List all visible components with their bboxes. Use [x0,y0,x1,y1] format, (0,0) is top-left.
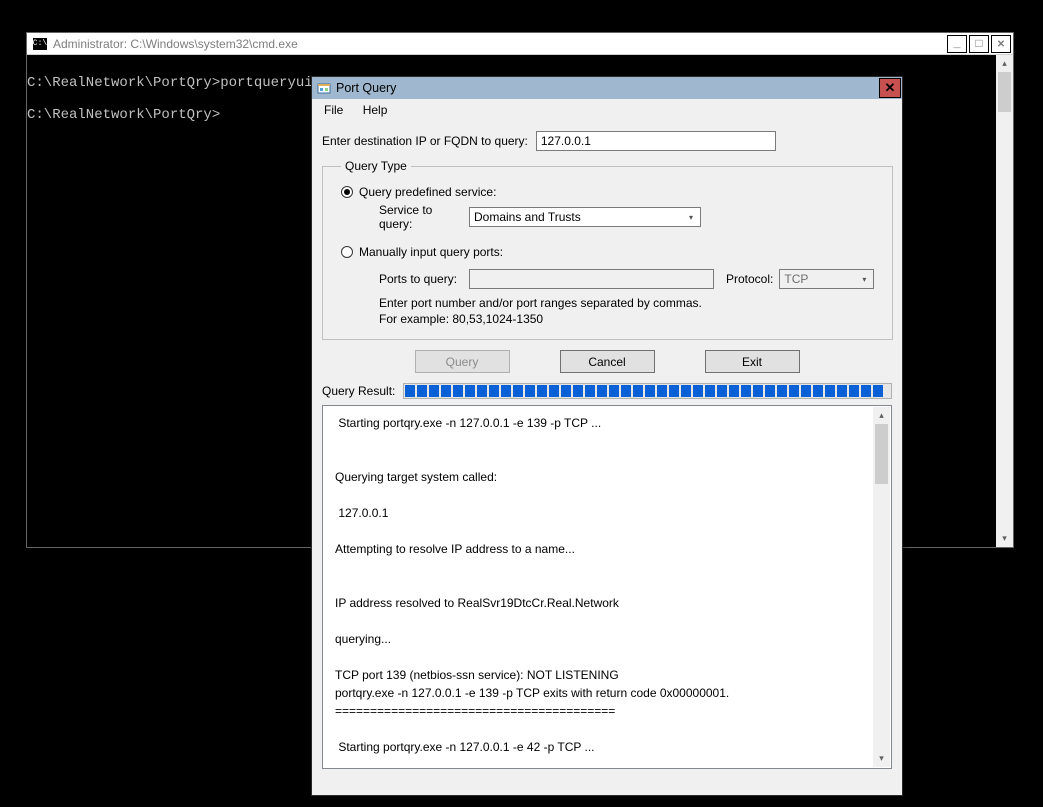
cmd-line: C:\RealNetwork\PortQry> [27,107,220,123]
result-textbox[interactable]: Starting portqry.exe -n 127.0.0.1 -e 139… [322,405,892,769]
radio-manual-ports[interactable] [341,246,353,258]
protocol-label: Protocol: [726,272,773,286]
app-icon-cmd: C:\ [33,38,47,50]
menubar: File Help [312,99,902,119]
port-query-titlebar[interactable]: Port Query ✕ [312,77,902,99]
cancel-button[interactable]: Cancel [560,350,655,373]
cmd-scrollbar[interactable]: ▴ ▾ [996,55,1013,547]
scroll-track[interactable] [996,72,1013,530]
scroll-thumb[interactable] [875,424,888,484]
close-button[interactable]: ✕ [991,35,1011,53]
app-icon-portquery [316,80,332,96]
result-scrollbar[interactable]: ▴ ▾ [873,407,890,767]
menu-help[interactable]: Help [355,101,396,119]
progress-bar [403,383,892,399]
button-row: Query Cancel Exit [322,350,892,373]
service-to-query-label: Service to query: [379,203,469,231]
service-combo-value: Domains and Trusts [474,210,581,224]
protocol-combo-value: TCP [784,272,808,286]
radio-predefined-service[interactable] [341,186,353,198]
destination-input[interactable] [536,131,776,151]
radio-manual-label: Manually input query ports: [359,245,503,259]
close-button[interactable]: ✕ [879,78,901,98]
maximize-button[interactable]: □ [969,35,989,53]
exit-button[interactable]: Exit [705,350,800,373]
service-combo[interactable]: Domains and Trusts ▾ [469,207,701,227]
query-type-group: Query Type Query predefined service: Ser… [322,159,893,340]
scroll-up-icon[interactable]: ▴ [873,407,890,424]
destination-label: Enter destination IP or FQDN to query: [322,134,528,148]
hint-line1: Enter port number and/or port ranges sep… [379,296,702,310]
hint-line2: For example: 80,53,1024-1350 [379,312,543,326]
cmd-title: Administrator: C:\Windows\system32\cmd.e… [53,37,945,51]
query-result-label: Query Result: [322,384,395,398]
cmd-titlebar[interactable]: C:\ Administrator: C:\Windows\system32\c… [27,33,1013,55]
port-query-title: Port Query [336,81,879,95]
ports-input [469,269,714,289]
protocol-combo: TCP ▾ [779,269,874,289]
port-query-content: Enter destination IP or FQDN to query: Q… [312,119,902,775]
scroll-thumb[interactable] [998,72,1011,112]
chevron-down-icon: ▾ [684,210,698,224]
minimize-button[interactable]: _ [947,35,967,53]
cmd-line: C:\RealNetwork\PortQry>portqueryui [27,75,313,91]
menu-file[interactable]: File [316,101,351,119]
scroll-up-icon[interactable]: ▴ [996,55,1013,72]
query-type-legend: Query Type [341,159,411,173]
scroll-down-icon[interactable]: ▾ [996,530,1013,547]
port-query-window: Port Query ✕ File Help Enter destination… [311,76,903,796]
result-text: Starting portqry.exe -n 127.0.0.1 -e 139… [335,416,729,754]
ports-to-query-label: Ports to query: [379,272,469,286]
scroll-track[interactable] [873,424,890,750]
radio-predefined-label: Query predefined service: [359,185,496,199]
query-button: Query [415,350,510,373]
ports-hint: Enter port number and/or port ranges sep… [379,295,874,327]
chevron-down-icon: ▾ [857,272,871,286]
scroll-down-icon[interactable]: ▾ [873,750,890,767]
